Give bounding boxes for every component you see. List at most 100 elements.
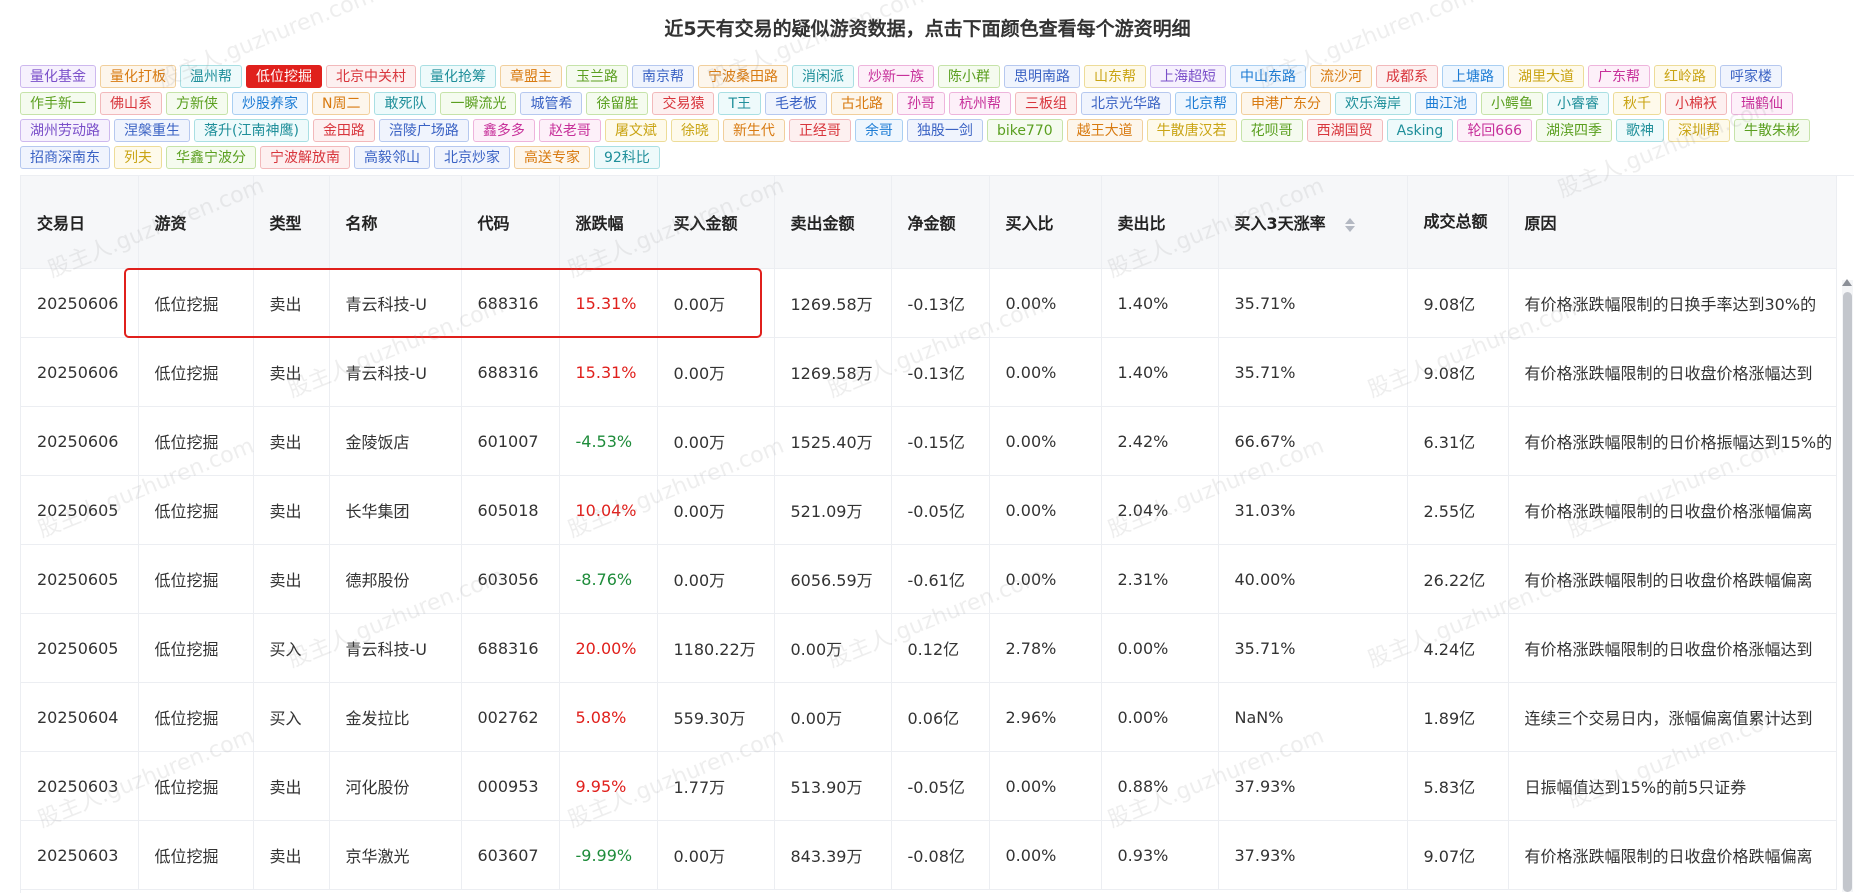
trader-tag[interactable]: 温州帮 (180, 65, 242, 88)
trader-tag[interactable]: 红岭路 (1654, 65, 1716, 88)
trader-tag[interactable]: 湖州劳动路 (20, 119, 110, 142)
trader-tag[interactable]: 涪陵广场路 (378, 119, 469, 142)
trader-tag[interactable]: 申港广东分 (1241, 92, 1332, 115)
table-row[interactable]: 20250605 低位挖掘 卖出 德邦股份 603056 -8.76% 0.00万 6056.… (21, 544, 1837, 614)
trader-tag[interactable]: 小睿睿 (1547, 92, 1610, 115)
trader-tag[interactable]: 北京光华路 (1081, 92, 1172, 115)
trader-tag[interactable]: 越王大道 (1066, 119, 1143, 142)
trader-tag[interactable]: 杭州帮 (949, 92, 1012, 115)
table-row[interactable]: 20250603 低位挖掘 卖出 河化股份 000953 9.95% 1.77万 513.90… (21, 751, 1837, 821)
trader-tag[interactable]: 牛散唐汉若 (1146, 119, 1237, 142)
trader-tag[interactable]: 屠文斌 (604, 119, 667, 142)
trader-tag[interactable]: 流沙河 (1310, 65, 1372, 88)
trader-tag[interactable]: 量化基金 (20, 65, 96, 88)
trader-tag[interactable]: 佛山系 (100, 92, 162, 115)
trader-tag[interactable]: 瑞鹤仙 (1731, 92, 1794, 115)
cell-type: 买入 (253, 682, 330, 752)
trader-tag[interactable]: 量化抢筹 (420, 65, 496, 88)
trader-tag[interactable]: 作手新一 (20, 92, 96, 115)
table-row[interactable]: 20250603 低位挖掘 卖出 京华激光 603607 -9.99% 0.00万 843.3… (21, 820, 1837, 890)
trader-tag[interactable]: 毛老板 (765, 92, 828, 115)
table-row[interactable]: 20250605 低位挖掘 买入 青云科技-U 688316 20.00% 1180.22万… (21, 613, 1837, 683)
trader-tag[interactable]: 山东帮 (1084, 65, 1146, 88)
trader-tag[interactable]: 高送专家 (514, 146, 590, 169)
trader-tag[interactable]: 列夫 (114, 146, 162, 169)
trader-tag[interactable]: 徐留胜 (586, 92, 649, 115)
scroll-up-arrow-icon[interactable] (1842, 279, 1852, 286)
trader-tag[interactable]: 三板组 (1015, 92, 1078, 115)
trader-tag[interactable]: 正经哥 (788, 119, 851, 142)
trader-tag[interactable]: 广东帮 (1588, 65, 1650, 88)
trader-tag[interactable]: 北京帮 (1175, 92, 1238, 115)
trader-tag[interactable]: 赵老哥 (538, 119, 601, 142)
trader-tag[interactable]: 上海超短 (1150, 65, 1226, 88)
trader-tag[interactable]: 歌神 (1616, 119, 1665, 142)
trader-tag[interactable]: Asking (1386, 119, 1454, 142)
trader-tag[interactable]: 炒新一族 (858, 65, 934, 88)
trader-tag[interactable]: 交易猿 (652, 92, 715, 115)
trader-tag[interactable]: 城管希 (520, 92, 583, 115)
trader-tag[interactable]: 中山东路 (1230, 65, 1306, 88)
trader-tag[interactable]: 章盟主 (500, 65, 562, 88)
trader-tag[interactable]: 欢乐海岸 (1335, 92, 1412, 115)
table-row[interactable]: 20250605 低位挖掘 卖出 长华集团 605018 10.04% 0.00万 521.0… (21, 475, 1837, 545)
trader-tag[interactable]: 北京中关村 (326, 65, 416, 88)
trader-tag[interactable]: 独股一剑 (906, 119, 983, 142)
trader-tag[interactable]: 华鑫宁波分 (166, 146, 256, 169)
cell-change: 9.95% (559, 751, 658, 821)
table-scrollbar-thumb[interactable] (1843, 292, 1852, 892)
trader-tag[interactable]: bike770 (986, 119, 1063, 142)
trader-tag[interactable]: 量化打板 (100, 65, 176, 88)
trader-tag[interactable]: 新生代 (722, 119, 785, 142)
trader-tag[interactable]: 深圳帮 (1668, 119, 1731, 142)
trader-tag[interactable]: 古北路 (831, 92, 894, 115)
table-row[interactable]: 20250606 低位挖掘 卖出 金陵饭店 601007 -4.53% 0.00万 1525.… (21, 406, 1837, 476)
trader-tag[interactable]: 余哥 (854, 119, 903, 142)
trader-tag[interactable]: 徐晓 (670, 119, 719, 142)
cell-reason: 有价格涨跌幅限制的日收盘价格涨幅达到 (1508, 337, 1837, 407)
cell-change: 15.31% (559, 337, 658, 407)
trader-tag[interactable]: 轮回666 (1457, 119, 1533, 142)
trader-tag[interactable]: 小棉袄 (1665, 92, 1728, 115)
trader-tag[interactable]: 金田路 (312, 119, 375, 142)
trader-tag[interactable]: 陈小群 (938, 65, 1000, 88)
trader-tag[interactable]: 湖里大道 (1508, 65, 1584, 88)
trader-tag[interactable]: 上塘路 (1442, 65, 1504, 88)
trader-tag[interactable]: 成都系 (1376, 65, 1438, 88)
trader-tag[interactable]: 湖滨四季 (1536, 119, 1613, 142)
trader-tag[interactable]: 南京帮 (632, 65, 694, 88)
trader-tag[interactable]: 低位挖掘 (246, 65, 322, 88)
trader-tag[interactable]: 秋千 (1613, 92, 1662, 115)
trader-tag[interactable]: 宁波桑田路 (698, 65, 788, 88)
trader-tag[interactable]: 92科比 (594, 146, 660, 169)
trader-tag[interactable]: N周二 (312, 92, 371, 115)
trader-tag[interactable]: 西湖国贸 (1306, 119, 1383, 142)
trader-tag[interactable]: 涅槃重生 (114, 119, 190, 142)
trader-tag[interactable]: 思明南路 (1004, 65, 1080, 88)
trader-tag[interactable]: 花呗哥 (1240, 119, 1303, 142)
trader-tag[interactable]: 敢死队 (374, 92, 437, 115)
table-row[interactable]: 20250604 低位挖掘 买入 金发拉比 002762 5.08% 559.30万 0.00… (21, 682, 1837, 752)
trader-tag[interactable]: 小鳄鱼 (1481, 92, 1544, 115)
trader-tag[interactable]: 一瞬流光 (440, 92, 517, 115)
trader-tag[interactable]: T王 (718, 92, 762, 115)
trader-tag[interactable]: 玉兰路 (566, 65, 628, 88)
table-row[interactable]: 20250606 低位挖掘 卖出 青云科技-U 688316 15.31% 0.00万 126… (21, 268, 1837, 338)
trader-tag[interactable]: 呼家楼 (1720, 65, 1782, 88)
trader-tag[interactable]: 曲江池 (1415, 92, 1478, 115)
trader-tag[interactable]: 方新侠 (166, 92, 228, 115)
table-row[interactable]: 20250606 低位挖掘 卖出 青云科技-U 688316 15.31% 0.00万 126… (21, 337, 1837, 407)
trader-tag[interactable]: 落升(江南神鹰) (194, 119, 309, 142)
trader-tag[interactable]: 牛散朱彬 (1734, 119, 1811, 142)
trader-tag[interactable]: 鑫多多 (472, 119, 535, 142)
trader-tag[interactable]: 炒股养家 (232, 92, 308, 115)
trader-tag[interactable]: 招商深南东 (20, 146, 110, 169)
cell-change: -9.99% (559, 820, 658, 890)
trader-tag[interactable]: 高毅邻山 (354, 146, 430, 169)
trader-tag[interactable]: 宁波解放南 (260, 146, 350, 169)
trader-tag[interactable]: 消闲派 (792, 65, 854, 88)
sort-icon[interactable] (1345, 217, 1356, 232)
header-rise-3day[interactable]: 买入3天涨率 (1218, 176, 1408, 269)
trader-tag[interactable]: 孙哥 (897, 92, 946, 115)
trader-tag[interactable]: 北京炒家 (434, 146, 510, 169)
